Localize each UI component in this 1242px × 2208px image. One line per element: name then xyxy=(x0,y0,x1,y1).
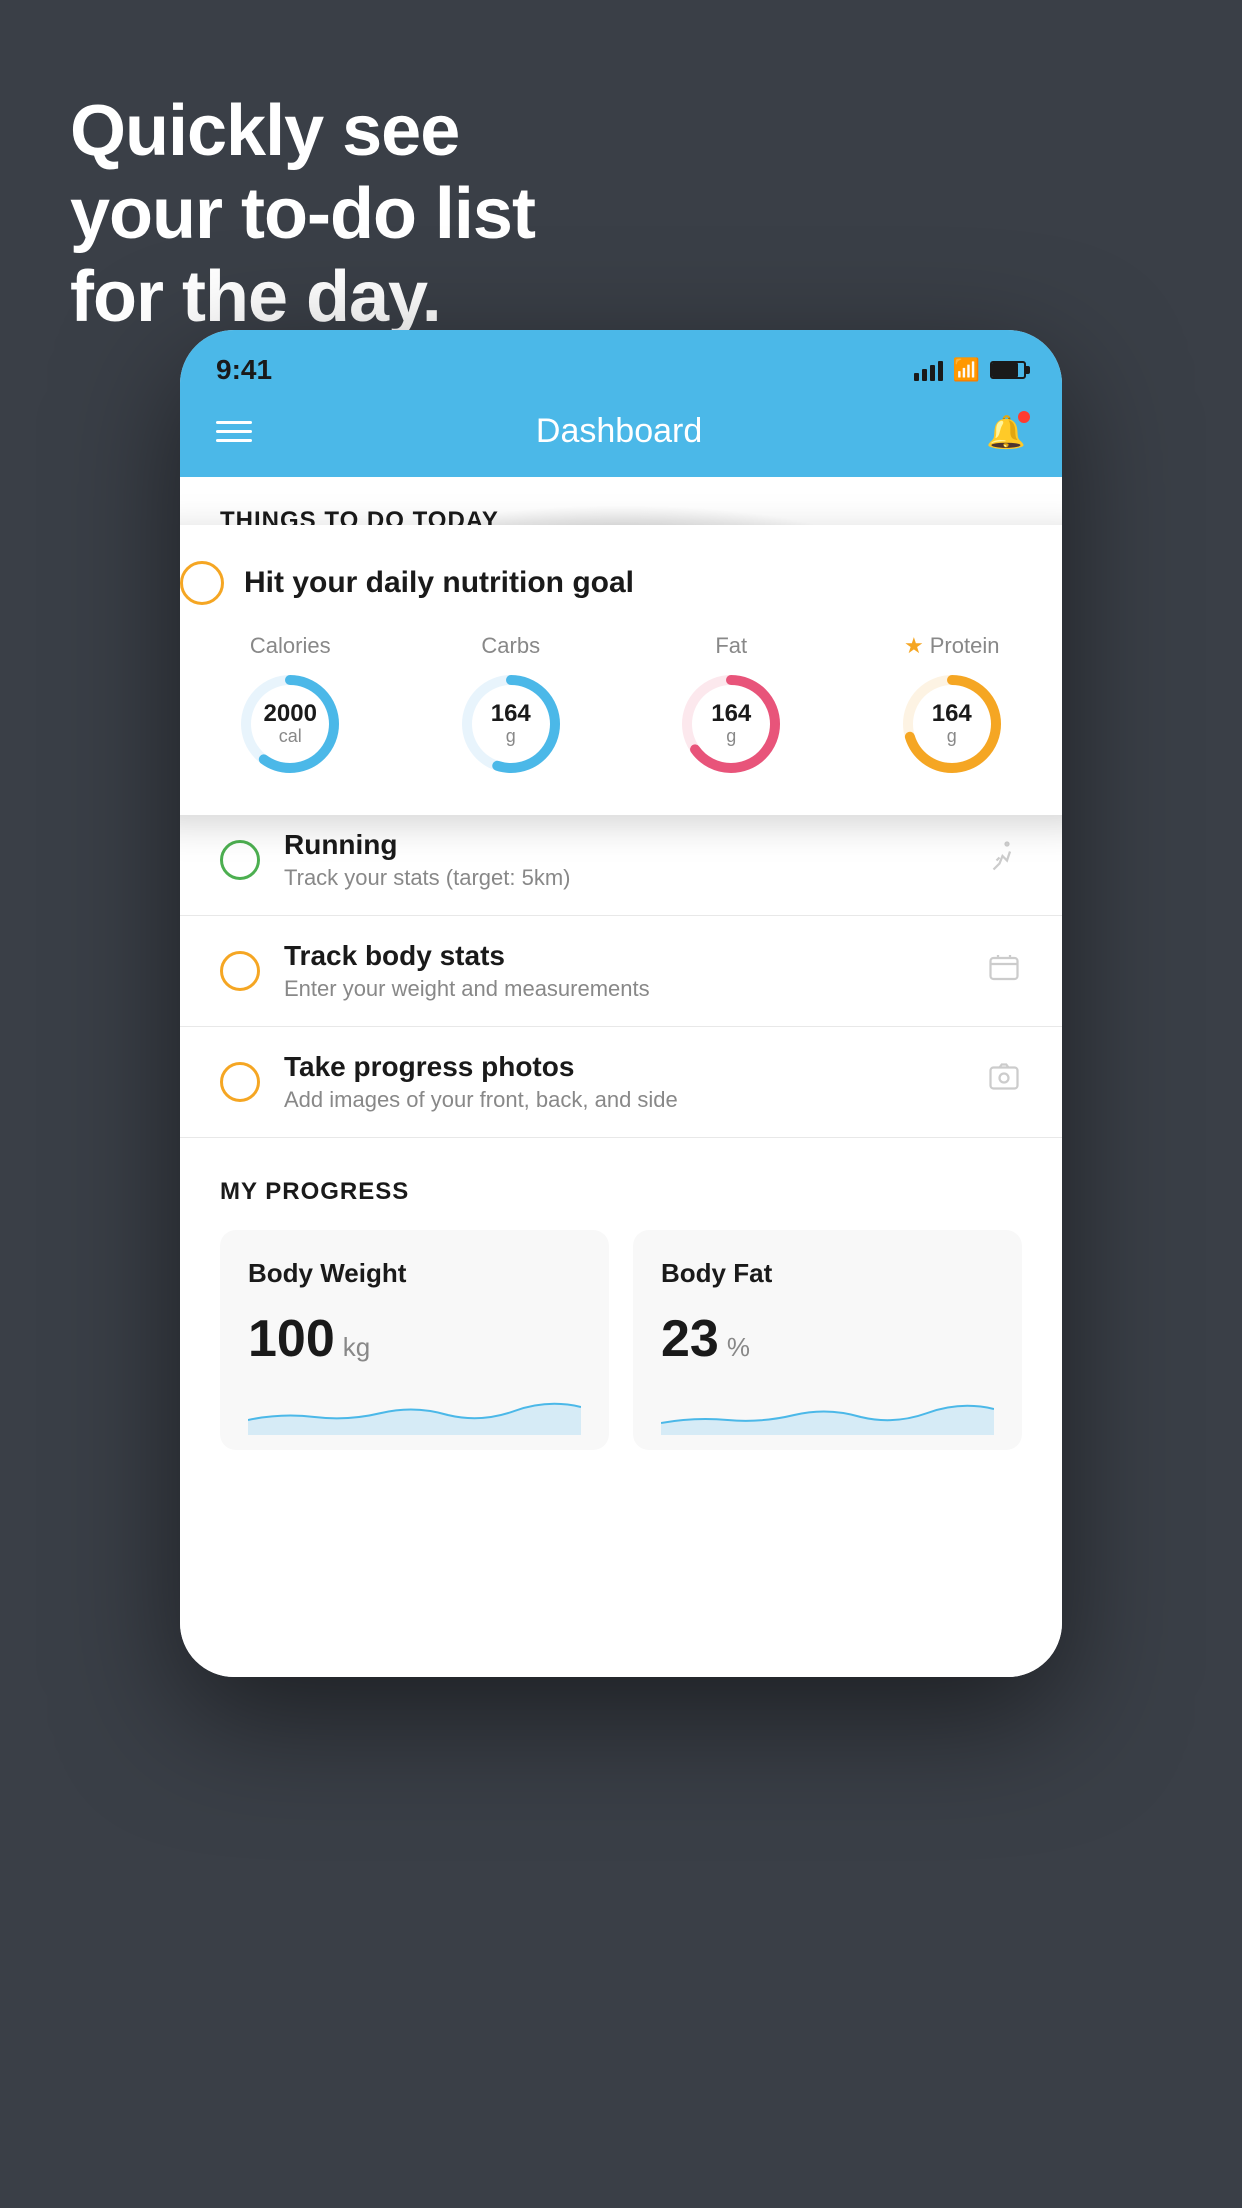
progress-section: MY PROGRESS Body Weight 100 kg xyxy=(180,1138,1062,1450)
body-stats-text: Track body stats Enter your weight and m… xyxy=(284,940,962,1002)
todo-running[interactable]: Running Track your stats (target: 5km) xyxy=(180,805,1062,916)
notification-bell[interactable]: 🔔 xyxy=(986,413,1026,451)
star-icon: ★ xyxy=(904,633,924,659)
progress-cards: Body Weight 100 kg Body Fat xyxy=(220,1230,1022,1450)
running-icon xyxy=(986,838,1022,882)
body-weight-value: 100 xyxy=(248,1309,335,1369)
body-weight-value-row: 100 kg xyxy=(248,1309,581,1369)
photos-title: Take progress photos xyxy=(284,1051,962,1083)
body-stats-subtitle: Enter your weight and measurements xyxy=(284,976,962,1002)
hero-text: Quickly see your to-do list for the day. xyxy=(70,90,535,338)
notification-dot xyxy=(1018,411,1030,423)
progress-title: MY PROGRESS xyxy=(220,1178,1022,1206)
battery-icon xyxy=(990,361,1026,379)
nutrition-fat: Fat 164 g xyxy=(676,633,786,779)
header-title: Dashboard xyxy=(536,412,702,451)
running-title: Running xyxy=(284,829,962,861)
status-bar: 9:41 📶 xyxy=(180,330,1062,392)
running-text: Running Track your stats (target: 5km) xyxy=(284,829,962,891)
body-fat-card[interactable]: Body Fat 23 % xyxy=(633,1230,1022,1450)
body-weight-title: Body Weight xyxy=(248,1258,581,1289)
carbs-ring: 164 g xyxy=(456,669,566,779)
body-stats-circle xyxy=(220,951,260,991)
photos-text: Take progress photos Add images of your … xyxy=(284,1051,962,1113)
nutrition-card-title: Hit your daily nutrition goal xyxy=(244,566,634,600)
status-icons: 📶 xyxy=(914,357,1026,383)
scale-icon xyxy=(986,949,1022,993)
body-fat-unit: % xyxy=(727,1332,750,1363)
fat-ring: 164 g xyxy=(676,669,786,779)
nutrition-calories: Calories 2000 cal xyxy=(235,633,345,779)
wifi-icon: 📶 xyxy=(953,357,980,383)
calories-ring: 2000 cal xyxy=(235,669,345,779)
body-fat-title: Body Fat xyxy=(661,1258,994,1289)
body-fat-value: 23 xyxy=(661,1309,719,1369)
body-fat-wave xyxy=(661,1385,994,1435)
app-header: Dashboard 🔔 xyxy=(180,392,1062,477)
status-time: 9:41 xyxy=(216,354,272,386)
todo-list: Running Track your stats (target: 5km) T… xyxy=(180,805,1062,1138)
photo-icon xyxy=(986,1060,1022,1104)
photos-circle xyxy=(220,1062,260,1102)
nutrition-carbs: Carbs 164 g xyxy=(456,633,566,779)
body-fat-value-row: 23 % xyxy=(661,1309,994,1369)
body-weight-card[interactable]: Body Weight 100 kg xyxy=(220,1230,609,1450)
body-weight-wave xyxy=(248,1385,581,1435)
nutrition-protein: ★ Protein 164 g xyxy=(897,633,1007,779)
todo-progress-photos[interactable]: Take progress photos Add images of your … xyxy=(180,1027,1062,1138)
signal-icon xyxy=(914,359,943,381)
running-circle xyxy=(220,840,260,880)
body-stats-title: Track body stats xyxy=(284,940,962,972)
running-subtitle: Track your stats (target: 5km) xyxy=(284,865,962,891)
nutrition-card: Hit your daily nutrition goal Calories 2 xyxy=(180,525,1062,815)
todo-body-stats[interactable]: Track body stats Enter your weight and m… xyxy=(180,916,1062,1027)
body-weight-unit: kg xyxy=(343,1332,370,1363)
nutrition-row: Calories 2000 cal xyxy=(180,633,1062,779)
hamburger-menu[interactable] xyxy=(216,421,252,442)
protein-ring: 164 g xyxy=(897,669,1007,779)
phone-mockup: 9:41 📶 Dashboard 🔔 THINGS TO DO TOD xyxy=(180,330,1062,1677)
photos-subtitle: Add images of your front, back, and side xyxy=(284,1087,962,1113)
nutrition-circle-check xyxy=(180,561,224,605)
content-area: THINGS TO DO TODAY Hit your daily nutrit… xyxy=(180,477,1062,1677)
